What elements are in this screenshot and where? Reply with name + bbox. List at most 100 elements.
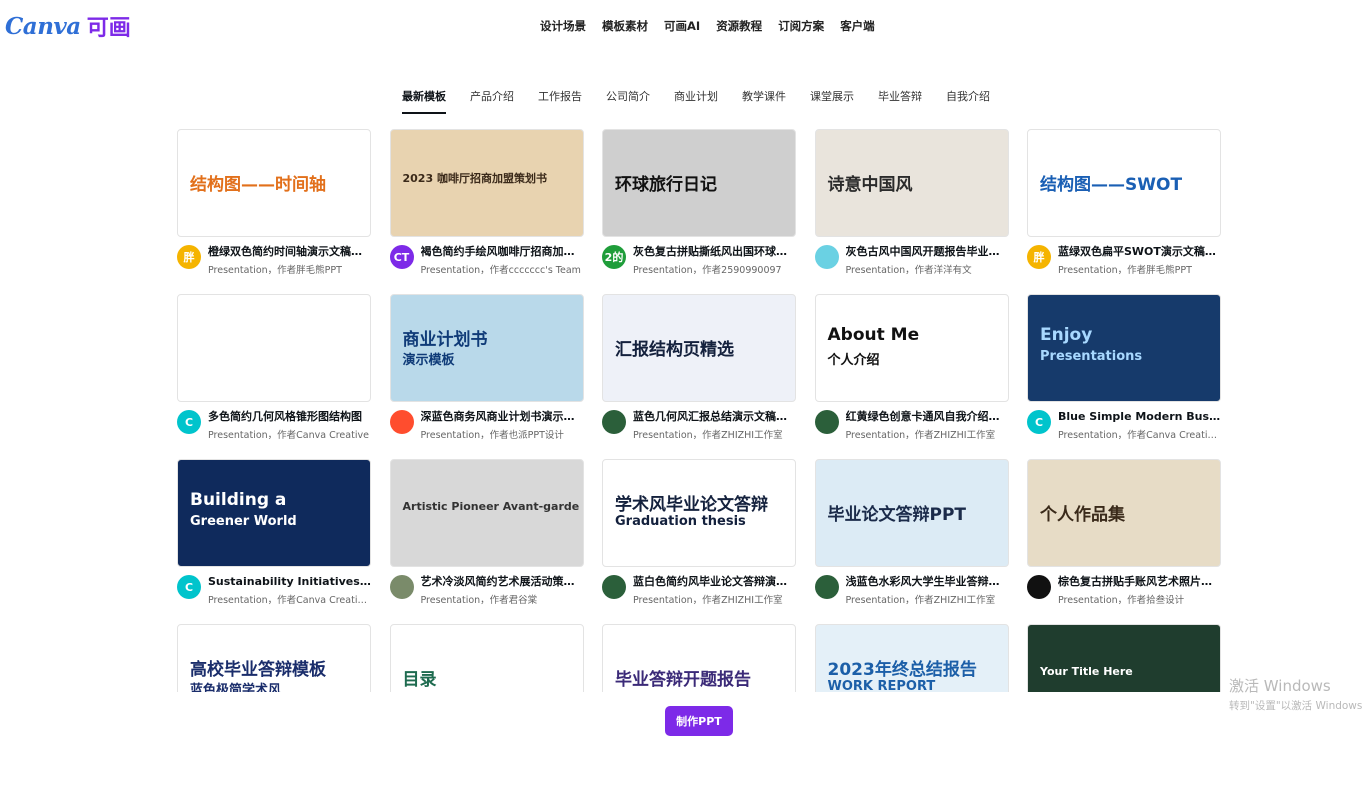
author-avatar[interactable]: C (177, 410, 201, 434)
card-meta: 胖蓝绿双色扁平SWOT演示文稿结构图 Presentation，作者胖毛熊PPT (1027, 245, 1221, 276)
nav-item-templates[interactable]: 模板素材 (602, 18, 648, 34)
author-avatar[interactable]: 2的 (602, 245, 626, 269)
template-card[interactable]: 个人作品集棕色复古拼贴手账风艺术照片作品集 Presentation，作者拾叁设计 (1027, 459, 1221, 624)
author-avatar[interactable]: CT (389, 245, 414, 269)
canva-logo[interactable]: Canva 可画 (5, 10, 131, 42)
tab-self-intro[interactable]: 自我介绍 (946, 88, 990, 114)
author-avatar[interactable] (602, 575, 626, 599)
template-thumbnail[interactable]: About Me 个人介绍 (814, 294, 1009, 402)
template-card[interactable]: About Me 个人介绍红黄绿色创意卡通风自我介绍求职演示 Presentatio… (814, 294, 1009, 459)
nav-item-pricing[interactable]: 订阅方案 (778, 18, 824, 34)
thumbnail-title: 诗意中国风 (827, 175, 913, 195)
author-avatar[interactable] (389, 575, 414, 599)
template-title[interactable]: Blue Simple Modern Business Presentation (1058, 410, 1221, 424)
top-nav: 设计场景 模板素材 可画AI 资源教程 订阅方案 客户端 (540, 18, 875, 34)
tab-classroom[interactable]: 课堂展示 (810, 88, 854, 114)
author-avatar[interactable] (814, 410, 839, 434)
author-avatar[interactable] (814, 245, 839, 269)
nav-item-client[interactable]: 客户端 (840, 18, 875, 34)
template-card[interactable]: 诗意中国风 灰色古风中国风开题报告毕业答辩 Presentation，作者洋洋有文 (814, 129, 1009, 294)
author-avatar[interactable]: C (1027, 410, 1051, 434)
template-card[interactable]: 学术风毕业论文答辩 Graduation thesis 蓝白色简约风毕业论文答辩演示… (602, 459, 796, 624)
template-thumbnail[interactable] (177, 294, 371, 402)
template-author: Presentation，作者胖毛熊PPT (1058, 265, 1192, 276)
template-thumbnail[interactable]: Building a Greener World (177, 459, 371, 567)
template-thumbnail[interactable]: Enjoy Presentations (1027, 294, 1221, 402)
template-thumbnail[interactable]: 2023 咖啡厅招商加盟策划书 (389, 129, 584, 237)
tab-courseware[interactable]: 教学课件 (742, 88, 786, 114)
nav-item-tutorials[interactable]: 资源教程 (716, 18, 762, 34)
card-text: 蓝白色简约风毕业论文答辩演示文稿 Presentation，作者ZHIZHI工作室 (633, 575, 796, 606)
template-title[interactable]: 艺术冷淡风简约艺术展活动策划方案 (421, 575, 584, 589)
card-text: Blue Simple Modern Business Presentation… (1058, 410, 1221, 441)
template-title[interactable]: Sustainability Initiatives Business Pres… (208, 575, 371, 589)
template-title[interactable]: 浅蓝色水彩风大学生毕业答辩演示文稿 (846, 575, 1009, 589)
thumbnail-title: 目录 (402, 670, 437, 690)
template-thumbnail[interactable]: 学术风毕业论文答辩 Graduation thesis (602, 459, 796, 567)
template-author: Presentation，作者ZHIZHI工作室 (845, 430, 996, 441)
template-author: Presentation，作者ZHIZHI工作室 (633, 430, 783, 441)
template-card[interactable]: Building a Greener World C Sustainability I… (177, 459, 371, 624)
template-card[interactable]: 结构图——时间轴胖橙绿双色简约时间轴演示文稿结构图 Presentation，作者… (177, 129, 371, 294)
template-thumbnail[interactable]: 汇报结构页精选 (602, 294, 796, 402)
author-avatar[interactable]: C (177, 575, 201, 599)
template-card[interactable]: Enjoy Presentations C Blue Simple Modern Bu… (1027, 294, 1221, 459)
thumbnail-title: Your Title Here (1040, 665, 1133, 678)
nav-item-ai[interactable]: 可画AI (664, 18, 700, 34)
category-tabs: 最新模板 产品介绍 工作报告 公司简介 商业计划 教学课件 课堂展示 毕业答辩 … (402, 88, 990, 114)
tab-business-plan[interactable]: 商业计划 (674, 88, 718, 114)
template-card[interactable]: 2023 咖啡厅招商加盟策划书 CT 褐色简约手绘风咖啡厅招商加盟策划书 Presen… (389, 129, 584, 294)
author-avatar[interactable] (1027, 575, 1051, 599)
template-thumbnail[interactable]: 结构图——SWOT (1027, 129, 1221, 237)
template-thumbnail[interactable]: 毕业论文答辩PPT (814, 459, 1009, 567)
template-title[interactable]: 褐色简约手绘风咖啡厅招商加盟策划书 (421, 245, 584, 259)
thumbnail-title: 毕业答辩开题报告 (615, 670, 751, 690)
tab-graduation[interactable]: 毕业答辩 (878, 88, 922, 114)
template-card[interactable]: Artistic Pioneer Avant-garde 艺术冷淡风简约艺术展活动… (389, 459, 584, 624)
template-title[interactable]: 棕色复古拼贴手账风艺术照片作品集 (1058, 575, 1221, 589)
card-text: 蓝色几何风汇报总结演示文稿结构图 Presentation，作者ZHIZHI工作室 (633, 410, 796, 441)
tab-product[interactable]: 产品介绍 (470, 88, 514, 114)
template-card[interactable]: C 多色简约几何风格锥形图结构图 Presentation，作者Canva Crea… (177, 294, 371, 459)
thumbnail-subtitle: Presentations (1040, 349, 1143, 364)
template-thumbnail[interactable]: 个人作品集 (1027, 459, 1221, 567)
template-author: Presentation，作者也派PPT设计 (420, 430, 564, 441)
template-title[interactable]: 灰色古风中国风开题报告毕业答辩 (846, 245, 1009, 259)
author-avatar[interactable]: 胖 (1027, 245, 1051, 269)
nav-item-scenes[interactable]: 设计场景 (540, 18, 586, 34)
template-title[interactable]: 蓝绿双色扁平SWOT演示文稿结构图 (1058, 245, 1221, 259)
template-title[interactable]: 灰色复古拼贴撕纸风出国环球旅行日记 (633, 245, 796, 259)
thumbnail-subtitle: 演示模板 (402, 353, 455, 368)
template-card[interactable]: 环球旅行日记 2的灰色复古拼贴撕纸风出国环球旅行日记 Presentation，作者… (602, 129, 796, 294)
template-card[interactable]: 商业计划书 演示模板深蓝色商务风商业计划书演示文稿 Presentation，作者也… (389, 294, 584, 459)
template-thumbnail[interactable]: 商业计划书 演示模板 (389, 294, 584, 402)
tab-company[interactable]: 公司简介 (606, 88, 650, 114)
template-author: Presentation，作者ZHIZHI工作室 (845, 595, 996, 606)
template-author: Presentation，作者胖毛熊PPT (208, 265, 342, 276)
thumbnail-title: Building a (190, 490, 287, 510)
template-title[interactable]: 蓝白色简约风毕业论文答辩演示文稿 (633, 575, 796, 589)
author-avatar[interactable]: 胖 (177, 245, 201, 269)
card-meta: 胖橙绿双色简约时间轴演示文稿结构图 Presentation，作者胖毛熊PPT (177, 245, 371, 276)
author-avatar[interactable] (389, 410, 414, 434)
author-avatar[interactable] (814, 575, 839, 599)
template-title[interactable]: 蓝色几何风汇报总结演示文稿结构图 (633, 410, 796, 424)
template-title[interactable]: 多色简约几何风格锥形图结构图 (208, 410, 371, 424)
make-ppt-button[interactable]: 制作PPT (665, 706, 733, 736)
template-thumbnail[interactable]: 诗意中国风 (814, 129, 1009, 237)
watermark-line2: 转到"设置"以激活 Windows (1229, 700, 1363, 712)
template-title[interactable]: 深蓝色商务风商业计划书演示文稿 (421, 410, 584, 424)
template-thumbnail[interactable]: 结构图——时间轴 (177, 129, 371, 237)
template-thumbnail[interactable]: 环球旅行日记 (602, 129, 796, 237)
tab-work-report[interactable]: 工作报告 (538, 88, 582, 114)
template-author: Presentation，作者君谷棠 (420, 595, 538, 606)
template-thumbnail[interactable]: Artistic Pioneer Avant-garde (389, 459, 584, 567)
card-text: 棕色复古拼贴手账风艺术照片作品集 Presentation，作者拾叁设计 (1058, 575, 1221, 606)
template-title[interactable]: 橙绿双色简约时间轴演示文稿结构图 (208, 245, 371, 259)
template-title[interactable]: 红黄绿色创意卡通风自我介绍求职演示 (846, 410, 1009, 424)
tab-latest[interactable]: 最新模板 (402, 88, 446, 114)
author-avatar[interactable] (602, 410, 626, 434)
template-card[interactable]: 结构图——SWOT 胖蓝绿双色扁平SWOT演示文稿结构图 Presentation，… (1027, 129, 1221, 294)
template-card[interactable]: 汇报结构页精选蓝色几何风汇报总结演示文稿结构图 Presentation，作者ZH… (602, 294, 796, 459)
template-card[interactable]: 毕业论文答辩PPT 浅蓝色水彩风大学生毕业答辩演示文稿 Presentation，作… (814, 459, 1009, 624)
